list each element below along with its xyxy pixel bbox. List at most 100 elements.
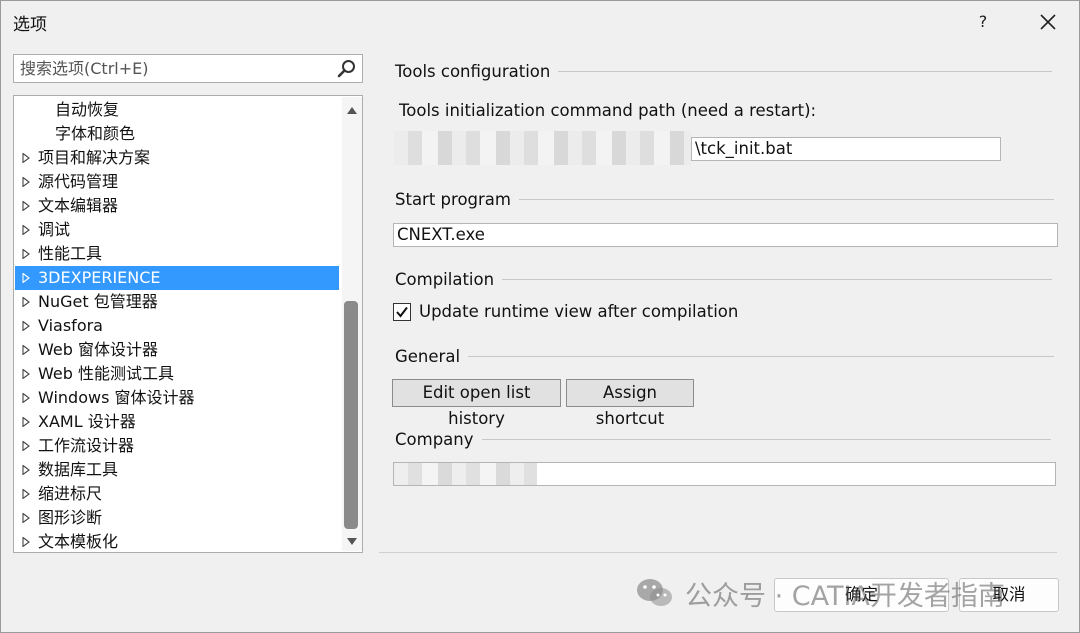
expand-arrow-icon[interactable] [21,249,31,259]
expand-arrow-icon[interactable] [21,177,31,187]
company-header: Company [395,430,474,449]
expand-arrow-icon[interactable] [21,153,31,163]
ok-button[interactable]: 确定 [774,578,949,612]
tree-item-label: 源代码管理 [38,172,119,191]
tools-config-header: Tools configuration [395,62,551,81]
close-icon [1040,14,1056,30]
expand-arrow-icon[interactable] [21,441,31,451]
start-program-header: Start program [395,190,511,209]
tree-item-label: Web 性能测试工具 [38,364,174,383]
dialog-title: 选项 [13,15,47,35]
scroll-thumb[interactable] [344,301,358,529]
section-divider [558,71,1053,72]
tree-item[interactable]: 调试 [15,218,339,242]
expand-arrow-icon[interactable] [21,321,31,331]
tree-item-label: 性能工具 [38,244,103,263]
tree-item-label: Viasfora [38,316,103,335]
tree-item[interactable]: 文本编辑器 [15,194,339,218]
tree-item-label: 项目和解决方案 [38,148,151,167]
tree-item-label: 缩进标尺 [38,484,103,503]
company-section: Company [395,430,1051,449]
footer-divider [379,552,1057,553]
wechat-icon [637,579,672,606]
help-button[interactable]: ? [967,7,999,37]
tools-init-path-field[interactable]: \tck_init.bat [691,137,1001,161]
expand-arrow-icon[interactable] [21,369,31,379]
tree-item[interactable]: NuGet 包管理器 [15,290,339,314]
expand-arrow-icon[interactable] [21,489,31,499]
search-input[interactable] [14,55,334,82]
tree-item[interactable]: 项目和解决方案 [15,146,339,170]
close-button[interactable] [1031,7,1065,37]
section-divider [518,199,1054,200]
expand-arrow-icon[interactable] [21,393,31,403]
expand-arrow-icon[interactable] [21,537,31,547]
tree-item[interactable]: Viasfora [15,314,339,338]
redacted-company [394,463,537,485]
tools-init-path-value: \tck_init.bat [695,139,793,158]
tree-item[interactable]: 源代码管理 [15,170,339,194]
start-program-value: CNEXT.exe [397,225,485,244]
checkmark-icon [396,306,408,318]
scroll-up-icon[interactable] [346,105,358,115]
tree-item-label: Windows 窗体设计器 [38,388,195,407]
tree-item[interactable]: 图形诊断 [15,506,339,530]
expand-arrow-icon[interactable] [21,201,31,211]
start-program-field[interactable]: CNEXT.exe [393,223,1058,247]
tree-item[interactable]: 自动恢复 [15,98,339,122]
tree-item[interactable]: 工作流设计器 [15,434,339,458]
tree-item-label: XAML 设计器 [38,412,136,431]
tree-item[interactable]: 3DEXPERIENCE [15,266,339,290]
section-divider [481,439,1051,440]
tree-scrollbar[interactable] [342,97,362,551]
tree-item[interactable]: XAML 设计器 [15,410,339,434]
update-runtime-label[interactable]: Update runtime view after compilation [419,302,738,321]
compilation-section: Compilation [395,270,1053,289]
expand-arrow-icon[interactable] [21,297,31,307]
tree-item-label: 数据库工具 [38,460,119,479]
tree-item-label: 文本模板化 [38,532,119,551]
tree-item-label: 自动恢复 [55,100,120,119]
tree-item-label: 图形诊断 [38,508,103,527]
general-section: General [395,347,1055,366]
title-bar: 选项 ? [1,1,1079,43]
tree-item-label: 工作流设计器 [38,436,135,455]
general-header: General [395,347,461,366]
tree-item-label: 字体和颜色 [55,124,136,143]
section-divider [502,279,1053,280]
tree-item-label: NuGet 包管理器 [38,292,158,311]
redacted-path [394,131,691,165]
compilation-header: Compilation [395,270,495,289]
tools-init-label: Tools initialization command path (need … [399,101,817,120]
tree-item[interactable]: Web 性能测试工具 [15,362,339,386]
tree-item[interactable]: Web 窗体设计器 [15,338,339,362]
expand-arrow-icon[interactable] [21,417,31,427]
options-tree: 自动恢复字体和颜色项目和解决方案 源代码管理文本编辑器调试性能工具 3DEXPERI… [13,95,363,553]
tree-item-label: 3DEXPERIENCE [38,268,161,287]
search-icon[interactable] [336,58,358,80]
assign-shortcut-button[interactable]: Assign shortcut [566,379,694,428]
expand-arrow-icon[interactable] [21,225,31,235]
expand-arrow-icon[interactable] [21,273,31,283]
tree-item[interactable]: 缩进标尺 [15,482,339,506]
tree-list: 自动恢复字体和颜色项目和解决方案 源代码管理文本编辑器调试性能工具 3DEXPERI… [15,98,339,552]
cancel-button[interactable]: 取消 [959,578,1059,612]
tree-item[interactable]: 性能工具 [15,242,339,266]
tools-config-section: Tools configuration [395,62,1053,81]
tree-item[interactable]: 文本模板化 [15,530,339,552]
expand-arrow-icon[interactable] [21,513,31,523]
expand-arrow-icon[interactable] [21,345,31,355]
options-dialog: 选项 ? 自动恢复字体和颜色项目和解决方案源代码管理文本编辑器调试性能工具 3DE… [0,0,1080,633]
scroll-down-icon[interactable] [346,537,358,547]
search-box [13,54,363,83]
tree-item-label: Web 窗体设计器 [38,340,158,359]
tree-item[interactable]: Windows 窗体设计器 [15,386,339,410]
edit-history-button[interactable]: Edit open list history [392,379,561,428]
update-runtime-checkbox[interactable] [393,303,411,321]
start-program-section: Start program [395,190,1054,209]
expand-arrow-icon[interactable] [21,465,31,475]
tree-item[interactable]: 数据库工具 [15,458,339,482]
section-divider [468,356,1055,357]
tree-item[interactable]: 字体和颜色 [15,122,339,146]
tree-item-label: 调试 [38,220,71,239]
